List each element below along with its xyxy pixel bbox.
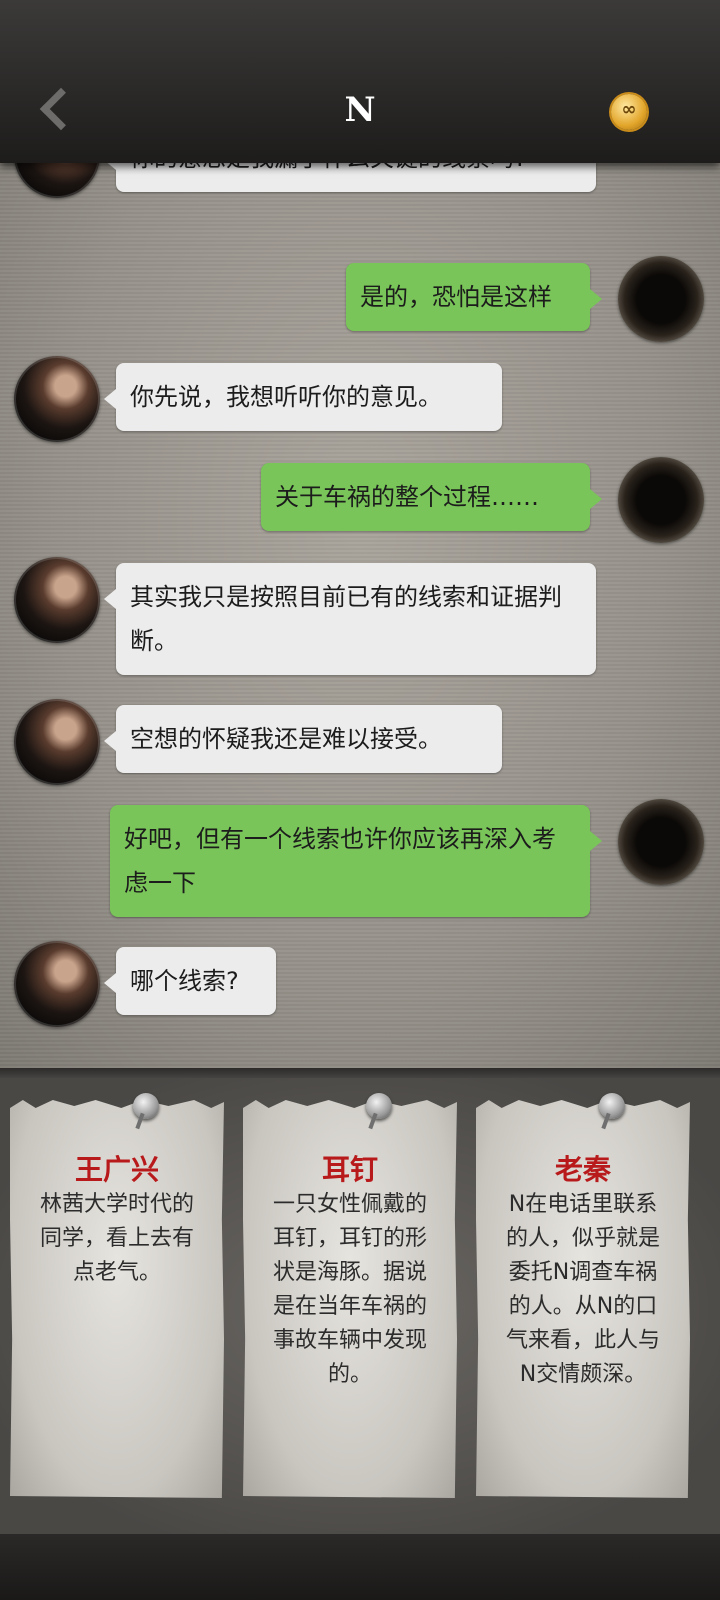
player-avatar[interactable] <box>618 799 704 885</box>
contact-avatar[interactable] <box>14 158 100 198</box>
message-bubble-outgoing: 关于车祸的整个过程…… <box>261 463 602 531</box>
message-bubble-outgoing: 是的，恐怕是这样 <box>346 263 602 331</box>
pushpin-icon <box>599 1093 625 1119</box>
contact-avatar[interactable] <box>14 941 100 1027</box>
message-bubble-incoming: 哪个线索? <box>104 947 276 1015</box>
clue-description: N在电话里联系的人，似乎就是委托N调查车祸的人。从N的口气来看，此人与N交情颇深… <box>505 1192 660 1387</box>
message-bubble-incoming: 其实我只是按照目前已有的线索和证据判断。 <box>104 563 596 675</box>
message-bubble-incoming: 你的意思是我漏了什么关键的线索吗? <box>104 158 596 192</box>
clue-description: 林茜大学时代的同学，看上去有点老气。 <box>39 1192 194 1285</box>
message-bubble-outgoing: 好吧，但有一个线索也许你应该再深入考虑一下 <box>110 805 602 917</box>
pushpin-icon <box>133 1093 159 1119</box>
contact-avatar[interactable] <box>14 356 100 442</box>
message-bubble-incoming: 你先说，我想听听你的意见。 <box>104 363 502 431</box>
pushpin-icon <box>366 1093 392 1119</box>
message-bubble-incoming: 空想的怀疑我还是难以接受。 <box>104 705 502 773</box>
bottom-bar <box>0 1534 720 1600</box>
contact-avatar[interactable] <box>14 557 100 643</box>
player-avatar[interactable] <box>618 457 704 543</box>
contact-avatar[interactable] <box>14 699 100 785</box>
clue-title: 王广兴 <box>74 1153 159 1186</box>
clue-description: 一只女性佩戴的耳钉，耳钉的形状是海豚。据说是在当年车祸的事故车辆中发现的。 <box>272 1192 427 1387</box>
clue-title: 耳钉 <box>321 1153 378 1186</box>
clue-card[interactable]: 王广兴 林茜大学时代的同学，看上去有点老气。 <box>10 1100 224 1498</box>
clue-card[interactable]: 耳钉 一只女性佩戴的耳钉，耳钉的形状是海豚。据说是在当年车祸的事故车辆中发现的。 <box>243 1100 457 1498</box>
infinity-coin-icon[interactable]: ∞ <box>611 94 647 130</box>
chat-area[interactable]: 你的意思是我漏了什么关键的线索吗? 是的，恐怕是这样 你先说，我想听听你的意见。… <box>0 158 720 1068</box>
clue-card[interactable]: 老秦 N在电话里联系的人，似乎就是委托N调查车祸的人。从N的口气来看，此人与N交… <box>476 1100 690 1498</box>
player-avatar[interactable] <box>618 256 704 342</box>
clue-title: 老秦 <box>554 1153 611 1186</box>
top-bar: N ∞ <box>0 0 720 163</box>
